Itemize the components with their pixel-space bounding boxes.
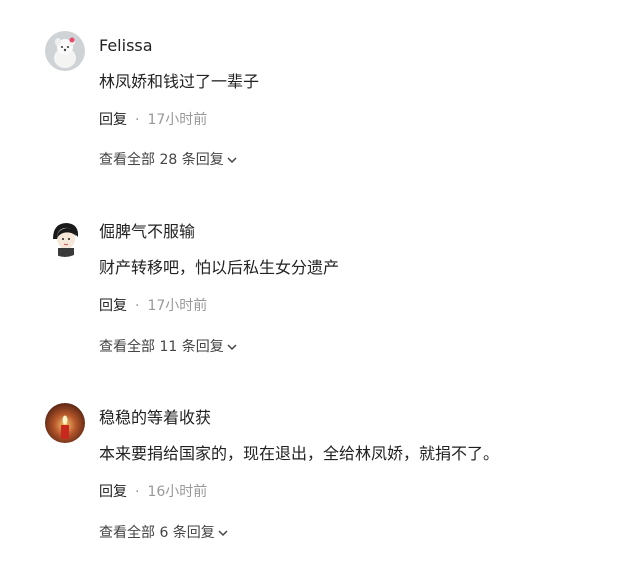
meta-separator: · <box>135 112 140 128</box>
comment-username[interactable]: 倔脾气不服输 <box>99 222 195 242</box>
comment-item: 倔脾气不服输 财产转移吧，怕以后私生女分遗产 回复 · 17小时前 查看全部 1… <box>0 186 641 366</box>
comment-item: Felissa 林凤娇和钱过了一辈子 回复 · 17小时前 查看全部 28 条回… <box>0 0 641 180</box>
view-all-replies-button[interactable]: 查看全部 28 条回复 <box>99 151 237 169</box>
chevron-down-icon <box>227 338 237 356</box>
meta-separator: · <box>135 298 140 314</box>
view-replies-label: 查看全部 28 条回复 <box>99 152 224 168</box>
reply-button[interactable]: 回复 <box>99 297 127 315</box>
cartoon-person-avatar[interactable] <box>45 217 85 257</box>
candle-avatar[interactable] <box>45 403 85 443</box>
comment-timestamp: 16小时前 <box>147 484 208 500</box>
comment-meta: 回复 · 17小时前 <box>99 111 207 129</box>
view-replies-label: 查看全部 6 条回复 <box>99 525 215 541</box>
comment-username[interactable]: 稳稳的等着收获 <box>99 408 211 428</box>
comment-text: 本来要捐给国家的，现在退出，全给林凤娇，就捐不了。 <box>99 444 500 463</box>
comment-meta: 回复 · 16小时前 <box>99 483 207 501</box>
view-replies-label: 查看全部 11 条回复 <box>99 339 224 355</box>
view-all-replies-button[interactable]: 查看全部 6 条回复 <box>99 524 228 542</box>
reply-button[interactable]: 回复 <box>99 111 127 129</box>
meta-separator: · <box>135 484 140 500</box>
comment-meta: 回复 · 17小时前 <box>99 297 207 315</box>
comment-text: 财产转移吧，怕以后私生女分遗产 <box>99 258 340 277</box>
white-dog-avatar[interactable] <box>45 31 85 71</box>
chevron-down-icon <box>227 151 237 169</box>
comment-username[interactable]: Felissa <box>99 36 153 56</box>
comment-timestamp: 17小时前 <box>147 112 208 128</box>
comment-item: 稳稳的等着收获 本来要捐给国家的，现在退出，全给林凤娇，就捐不了。 回复 · 1… <box>0 372 641 552</box>
comment-text: 林凤娇和钱过了一辈子 <box>99 72 260 91</box>
chevron-down-icon <box>218 524 228 542</box>
comment-timestamp: 17小时前 <box>147 298 208 314</box>
view-all-replies-button[interactable]: 查看全部 11 条回复 <box>99 338 237 356</box>
reply-button[interactable]: 回复 <box>99 483 127 501</box>
